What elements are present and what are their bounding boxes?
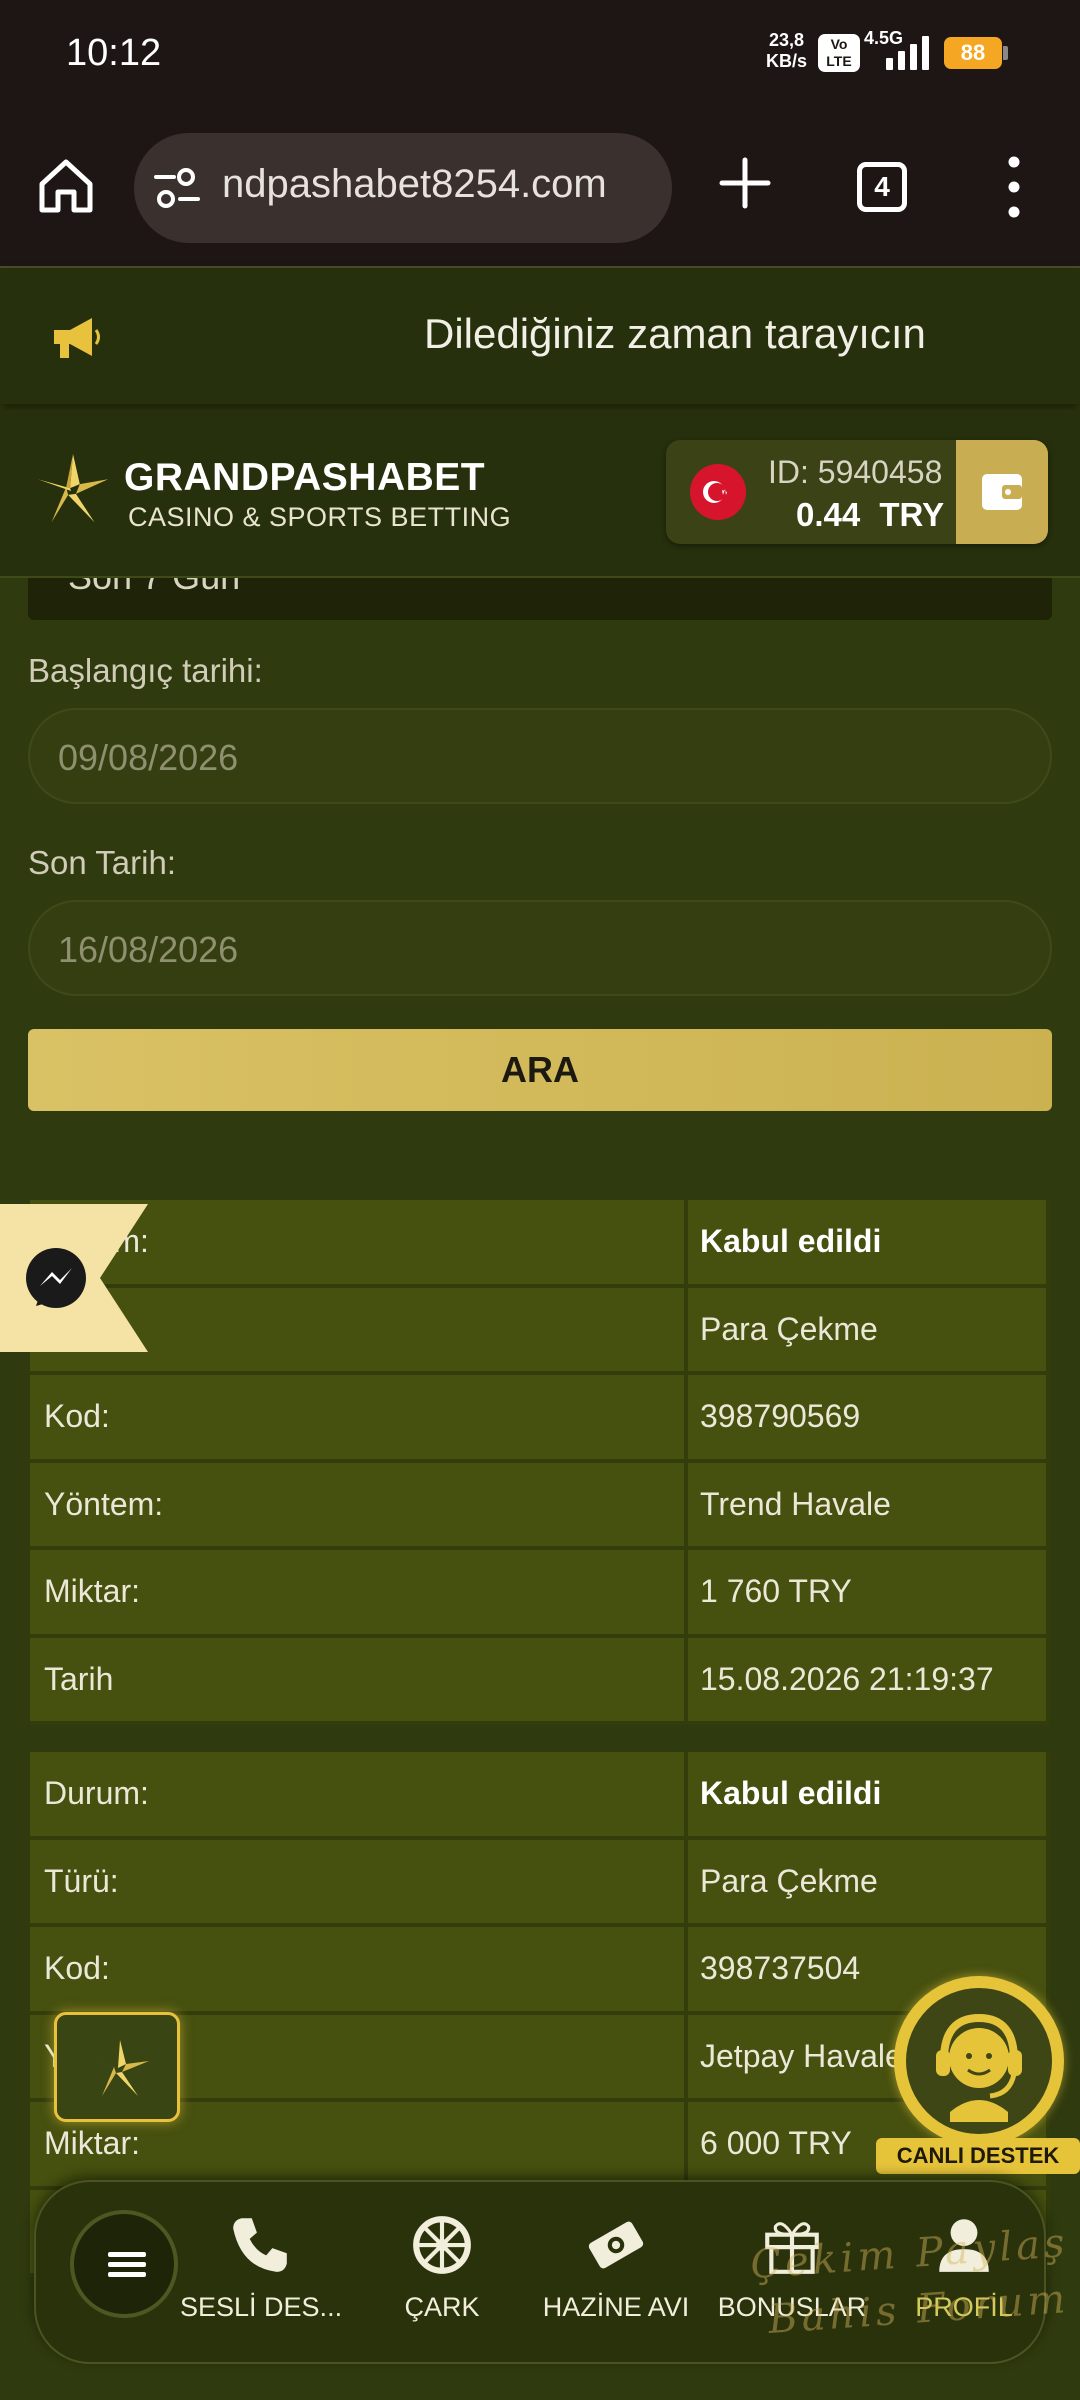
- megaphone-icon: [54, 318, 100, 358]
- nav-treasure-hunt[interactable]: HAZİNE AVI: [536, 2212, 696, 2323]
- site-header: GRANDPASHABET CASINO & SPORTS BETTING ID…: [0, 410, 1080, 578]
- wallet-icon: [982, 474, 1022, 510]
- row-key: Kod:: [30, 1927, 688, 2015]
- tab-switcher-button[interactable]: 4: [857, 162, 907, 212]
- period-select-value: Son 7 Gün: [68, 578, 240, 598]
- wallet-button[interactable]: [956, 440, 1048, 544]
- network-speed-unit: KB/s: [766, 51, 808, 71]
- row-value: 398790569: [688, 1375, 1050, 1463]
- live-support-label: CANLI DESTEK: [876, 2138, 1080, 2174]
- end-date-value: 16/08/2026: [58, 929, 239, 970]
- hamburger-menu-button[interactable]: [70, 2210, 178, 2318]
- row-key: Durum:: [30, 1752, 688, 1840]
- treasure-ticket-icon: [588, 2221, 644, 2269]
- end-date-label: Son Tarih:: [28, 844, 176, 881]
- new-tab-icon[interactable]: [716, 154, 774, 212]
- network-speed-value: 23,8: [768, 30, 805, 50]
- account-id: ID: 5940458: [768, 454, 943, 490]
- messenger-icon: [26, 1248, 86, 1308]
- live-support-circle: [894, 1976, 1064, 2146]
- signal-icon: [886, 36, 929, 70]
- table-row: Türü: Para Çekme: [30, 1287, 1050, 1375]
- row-value: Para Çekme: [688, 1839, 1050, 1927]
- period-select[interactable]: Son 7 Gün: [28, 578, 1052, 620]
- logo-star-icon: [91, 2040, 149, 2096]
- table-row: Kod: 398790569: [30, 1375, 1050, 1463]
- battery-icon: 88: [944, 37, 1002, 69]
- forum-watermark: Çekim Paylaş Bahis Forum: [748, 2215, 1074, 2349]
- table-row: Durum: Kabul edildi: [30, 1752, 1050, 1840]
- row-value: Kabul edildi: [688, 1752, 1050, 1840]
- network-speed: 23,8 KB/s: [766, 30, 807, 72]
- nav-label: HAZİNE AVI: [542, 2292, 690, 2322]
- grandpasha-fab-button[interactable]: [54, 2012, 180, 2122]
- row-key: Türü:: [30, 1839, 688, 1927]
- nav-voice-support[interactable]: SESLİ DES...: [180, 2212, 343, 2323]
- row-value: Trend Havale: [688, 1462, 1050, 1550]
- url-text: ndpashabet8254.com: [222, 162, 607, 206]
- phone-icon: [233, 2218, 287, 2272]
- more-menu-icon[interactable]: [996, 152, 1032, 222]
- address-bar[interactable]: ndpashabet8254.com: [134, 133, 672, 243]
- volte-icon: Vo LTE: [818, 34, 860, 72]
- browser-toolbar: ndpashabet8254.com 4: [0, 110, 1080, 266]
- account-balance: 0.44 TRY: [796, 496, 945, 533]
- row-key: Yöntem:: [30, 1462, 688, 1550]
- row-key: Miktar:: [30, 1550, 688, 1638]
- row-key: Kod:: [30, 1375, 688, 1463]
- start-date-input[interactable]: 09/08/2026: [28, 708, 1052, 804]
- live-support-button[interactable]: CANLI DESTEK: [876, 1976, 1080, 2176]
- table-row: Yöntem: Trend Havale: [30, 1462, 1050, 1550]
- row-value: 15.08.2026 21:19:37: [688, 1637, 1050, 1725]
- nav-wheel[interactable]: ÇARK: [362, 2212, 522, 2323]
- nav-label: SESLİ DES...: [180, 2292, 343, 2322]
- announcement-text: Dilediğiniz zaman tarayıcın: [424, 310, 926, 357]
- home-icon[interactable]: [34, 154, 98, 218]
- headset-agent-icon: [936, 2013, 1022, 2122]
- wheel-icon: [413, 2216, 471, 2274]
- row-value: Kabul edildi: [688, 1200, 1050, 1288]
- brand-name: GRANDPASHABET: [124, 456, 486, 499]
- search-button[interactable]: ARA: [28, 1029, 1052, 1111]
- table-row: Miktar: 1 760 TRY: [30, 1550, 1050, 1638]
- turkey-flag-icon: [690, 464, 746, 520]
- end-date-input[interactable]: 16/08/2026: [28, 900, 1052, 996]
- clock: 10:12: [66, 32, 162, 74]
- transaction-card: Durum: Kabul edildi Türü: Para Çekme Kod…: [30, 1200, 1050, 1725]
- row-value: 1 760 TRY: [688, 1550, 1050, 1638]
- brand-tagline: CASINO & SPORTS BETTING: [128, 502, 512, 532]
- volte-top: Vo: [830, 36, 848, 52]
- row-key: Tarih: [30, 1637, 688, 1725]
- nav-label: ÇARK: [404, 2292, 480, 2322]
- table-row: Durum: Kabul edildi: [30, 1200, 1050, 1288]
- site-settings-icon[interactable]: [152, 163, 202, 213]
- status-bar: 10:12 23,8 KB/s Vo LTE 4.5G 88: [0, 0, 1080, 110]
- table-row: Tarih 15.08.2026 21:19:37: [30, 1637, 1050, 1725]
- row-value: Para Çekme: [688, 1287, 1050, 1375]
- start-date-label: Başlangıç tarihi:: [28, 652, 263, 689]
- table-row: Türü: Para Çekme: [30, 1839, 1050, 1927]
- messenger-button[interactable]: [0, 1204, 150, 1352]
- announcement-bar: Dilediğiniz zaman tarayıcın: [0, 266, 1080, 404]
- account-panel[interactable]: ID: 5940458 0.44 TRY: [666, 440, 1048, 544]
- logo-star-icon[interactable]: [34, 452, 112, 530]
- battery-tip: [1003, 46, 1008, 60]
- volte-bottom: LTE: [826, 53, 852, 69]
- start-date-value: 09/08/2026: [58, 737, 239, 778]
